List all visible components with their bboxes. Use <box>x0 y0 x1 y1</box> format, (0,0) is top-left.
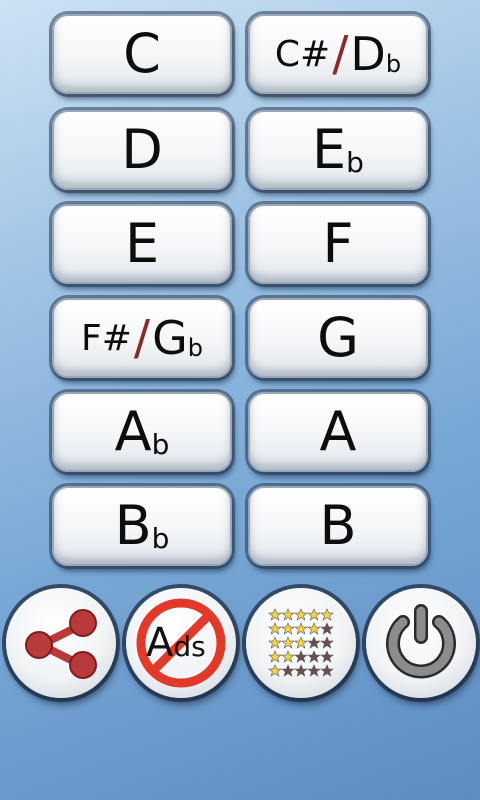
note-bflat-button[interactable]: B b <box>52 486 232 566</box>
no-ads-letters-ds: ds <box>173 630 206 663</box>
flat-sign: b <box>151 521 170 555</box>
note-label: D <box>121 118 163 181</box>
rate-app-button[interactable] <box>246 588 356 698</box>
note-a-button[interactable]: A <box>248 392 428 472</box>
flat-sign: b <box>151 427 170 461</box>
no-ads-label: Ads <box>146 620 206 666</box>
note-label-right: G <box>152 311 188 365</box>
share-icon <box>25 609 97 679</box>
note-label: E <box>124 212 160 275</box>
note-label: E <box>312 118 347 181</box>
note-label: B <box>114 494 152 557</box>
note-separator: / <box>332 26 349 82</box>
note-label-right: D <box>350 27 386 81</box>
note-label-left: C# <box>274 33 331 75</box>
note-eflat-button[interactable]: E b <box>248 110 428 190</box>
note-separator: / <box>133 310 151 366</box>
note-b-button[interactable]: B <box>248 486 428 566</box>
note-label: C <box>123 22 161 85</box>
note-label: A <box>319 400 357 463</box>
note-label: F <box>322 212 354 275</box>
remove-ads-button[interactable]: Ads <box>126 588 236 698</box>
flat-sign: b <box>187 334 203 362</box>
note-label: B <box>319 494 357 557</box>
flat-sign: b <box>346 145 364 179</box>
rating-stars-icon <box>268 608 334 677</box>
power-button[interactable] <box>366 588 476 698</box>
note-d-button[interactable]: D <box>52 110 232 190</box>
note-c-button[interactable]: C <box>52 14 232 94</box>
flat-sign: b <box>385 50 402 78</box>
no-ads-letter-a: A <box>146 620 174 666</box>
note-label-left: F# <box>81 317 132 359</box>
note-g-button[interactable]: G <box>248 298 428 378</box>
note-fsharp-gflat-button[interactable]: F# / G b <box>52 298 232 378</box>
power-icon <box>386 604 456 679</box>
note-label: G <box>317 306 359 369</box>
note-aflat-button[interactable]: A b <box>52 392 232 472</box>
share-button[interactable] <box>6 588 116 698</box>
note-csharp-dflat-button[interactable]: C# / D b <box>248 14 428 94</box>
note-label: A <box>114 400 152 463</box>
note-e-button[interactable]: E <box>52 204 232 284</box>
note-f-button[interactable]: F <box>248 204 428 284</box>
